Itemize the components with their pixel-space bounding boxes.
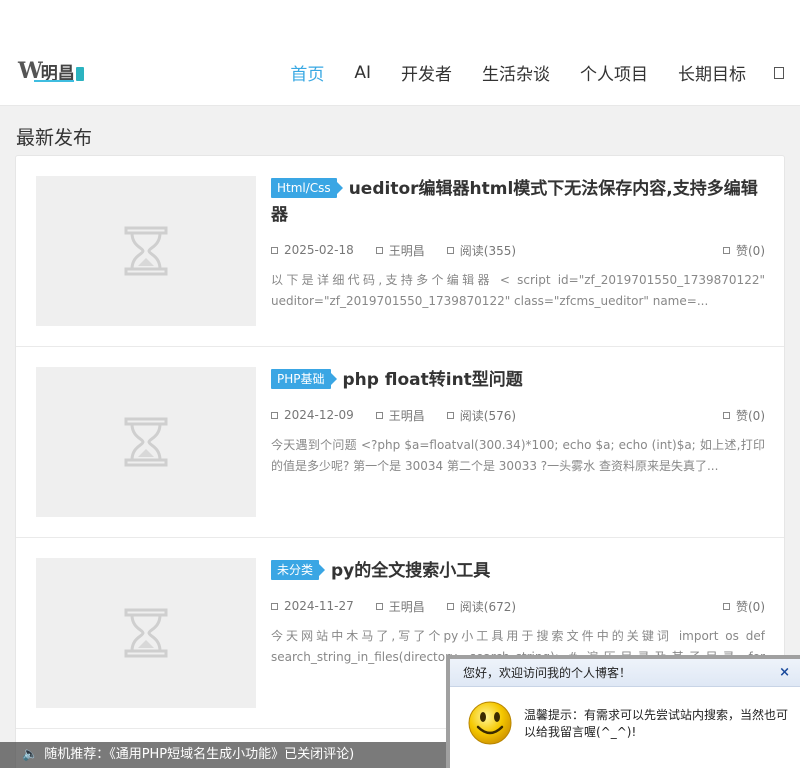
post-title[interactable]: Html/Css ueditor编辑器html模式下无法保存内容,支持多编辑器 (271, 176, 765, 228)
thumbs-up-icon (723, 412, 730, 419)
eye-icon (446, 246, 454, 254)
post-date: 2024-11-27 (284, 599, 354, 613)
nav-item-ai[interactable]: AI (354, 63, 371, 83)
post-reads: 阅读(355) (459, 243, 517, 258)
calendar-icon (271, 246, 278, 254)
list-item: Html/Css ueditor编辑器html模式下无法保存内容,支持多编辑器 2… (16, 156, 784, 347)
logo-mark-icon (75, 67, 84, 81)
post-title[interactable]: PHP基础 php float转int型问题 (271, 367, 765, 393)
post-category-tag[interactable]: Html/Css (271, 178, 343, 198)
speaker-icon: 🔈 (22, 747, 39, 762)
post-thumbnail[interactable] (36, 558, 256, 708)
eye-icon (446, 411, 454, 419)
post-likes: 赞(0) (736, 409, 765, 423)
user-icon (375, 602, 383, 610)
post-author: 王明昌 (388, 243, 425, 258)
thumbs-up-icon (723, 247, 730, 254)
nav-item-developer[interactable]: 开发者 (401, 60, 452, 85)
post-title[interactable]: 未分类 py的全文搜索小工具 (271, 558, 765, 584)
close-icon[interactable]: × (779, 659, 790, 687)
logo-underline (34, 80, 74, 82)
post-meta: 2025-02-18 王明昌 阅读(355) 赞(0) (271, 242, 765, 258)
smiley-icon (468, 701, 512, 745)
popup-title: 您好，欢迎访问我的个人博客！ (463, 666, 632, 680)
post-title-text[interactable]: py的全文搜索小工具 (331, 561, 490, 581)
hourglass-placeholder-icon (124, 417, 168, 467)
post-likes: 赞(0) (736, 244, 765, 258)
user-icon (375, 411, 383, 419)
post-excerpt: 今天遇到个问题 <?php $a=floatval(300.34)*100; e… (271, 438, 765, 473)
site-logo[interactable]: W 明昌 (18, 58, 84, 84)
post-category-tag[interactable]: PHP基础 (271, 369, 336, 389)
nav-item-goals[interactable]: 长期目标 (678, 60, 746, 85)
main-nav: 首页 AI 开发者 生活杂谈 个人项目 长期目标 (260, 60, 784, 85)
post-category-tag[interactable]: 未分类 (271, 560, 326, 580)
post-meta: 2024-12-09 王明昌 阅读(576) 赞(0) (271, 407, 765, 423)
post-thumbnail[interactable] (36, 367, 256, 517)
search-icon[interactable] (774, 66, 784, 79)
nav-item-projects[interactable]: 个人项目 (580, 60, 648, 85)
like-button[interactable]: 赞(0) (723, 598, 765, 615)
welcome-popup: 您好，欢迎访问我的个人博客！ × 温馨提示：有需求可以先尝试站内搜索，当然也可以… (446, 655, 800, 768)
thumbs-up-icon (723, 603, 730, 610)
hourglass-placeholder-icon (124, 608, 168, 658)
post-title-text[interactable]: php float转int型问题 (343, 370, 523, 390)
post-title-text[interactable]: ueditor编辑器html模式下无法保存内容,支持多编辑器 (271, 179, 758, 225)
post-date: 2025-02-18 (284, 243, 354, 257)
popup-message: 温馨提示：有需求可以先尝试站内搜索，当然也可以给我留言喔(^_^)! (524, 708, 789, 739)
post-meta: 2024-11-27 王明昌 阅读(672) 赞(0) (271, 598, 765, 614)
calendar-icon (271, 602, 278, 610)
post-reads: 阅读(576) (459, 408, 517, 423)
hourglass-placeholder-icon (124, 226, 168, 276)
post-reads: 阅读(672) (459, 599, 517, 614)
calendar-icon (271, 411, 278, 419)
list-item: PHP基础 php float转int型问题 2024-12-09 王明昌 阅读(… (16, 347, 784, 538)
site-header: W 明昌 首页 AI 开发者 生活杂谈 个人项目 长期目标 (0, 0, 800, 106)
like-button[interactable]: 赞(0) (723, 407, 765, 424)
eye-icon (446, 602, 454, 610)
nav-item-life[interactable]: 生活杂谈 (482, 60, 550, 85)
nav-item-home[interactable]: 首页 (290, 60, 324, 85)
post-date: 2024-12-09 (284, 408, 354, 422)
post-thumbnail[interactable] (36, 176, 256, 326)
random-recommend-text[interactable]: 随机推荐：《通用PHP短域名生成小功能》已关闭评论) (44, 747, 354, 762)
post-excerpt: 以下是详细代码,支持多个编辑器 < script id="zf_20197015… (271, 273, 765, 308)
post-author: 王明昌 (388, 599, 425, 614)
post-likes: 赞(0) (736, 600, 765, 614)
like-button[interactable]: 赞(0) (723, 242, 765, 259)
popup-header: 您好，欢迎访问我的个人博客！ × (450, 659, 800, 687)
section-title: 最新发布 (16, 127, 93, 149)
user-icon (375, 246, 383, 254)
post-author: 王明昌 (388, 408, 425, 423)
